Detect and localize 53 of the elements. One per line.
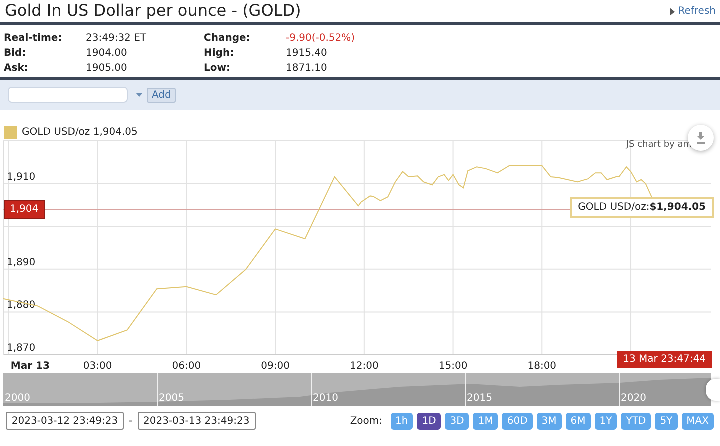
caret-icon[interactable]	[136, 93, 143, 97]
cursor-time-label: 13 Mar 23:47:44	[617, 351, 712, 368]
quote-value: 1905.00	[86, 63, 128, 76]
quote-value: 1904.00	[86, 48, 128, 61]
quote-value: 1871.10	[286, 63, 328, 76]
zoom-label: Zoom:	[350, 416, 383, 426]
start-date-field[interactable]: 2023-03-12 23:49:23	[6, 412, 124, 430]
end-date-field[interactable]: 2023-03-13 23:49:23	[138, 412, 256, 430]
quote-value: 1915.40	[286, 48, 328, 61]
value-tooltip: GOLD USD/oz:$1,904.05	[570, 197, 714, 218]
zoom-button[interactable]: YTD	[621, 412, 652, 430]
zoom-button[interactable]: 5Y	[655, 412, 678, 430]
zoom-button[interactable]: 1Y	[594, 412, 618, 430]
x-axis-label: 09:00	[261, 361, 290, 372]
download-icon	[696, 132, 706, 144]
x-axis-label: 12:00	[350, 361, 379, 372]
zoom-button[interactable]: 1D	[417, 412, 442, 430]
legend-label: GOLD USD/oz 1,904.05	[22, 127, 138, 138]
year-label: 2005	[159, 393, 184, 404]
zoom-button[interactable]: 1h	[390, 412, 414, 430]
quote-label: Change:	[204, 33, 252, 46]
zoom-button[interactable]: MAX	[682, 412, 714, 430]
refresh-link[interactable]: Refresh	[670, 6, 716, 17]
add-button[interactable]: Add	[147, 88, 176, 102]
y-axis-label: 1,910	[7, 172, 36, 183]
quote-value: -9.90(-0.52%)	[286, 33, 356, 46]
range-separator: -	[129, 416, 133, 426]
year-label: 2020	[621, 393, 646, 404]
quote-label: Real-time:	[4, 33, 64, 46]
quote-label: Low:	[204, 63, 232, 76]
zoom-button[interactable]: 60D	[502, 412, 533, 430]
quote-label: Bid:	[4, 48, 28, 61]
x-axis-label: 15:00	[438, 361, 468, 372]
symbol-dropdown[interactable]	[8, 87, 128, 103]
x-axis-label: Mar 13	[10, 361, 50, 372]
guide-value-label: 1,904	[4, 200, 45, 220]
year-label: 2015	[467, 393, 492, 404]
zoom-button[interactable]: 3D	[445, 412, 470, 430]
x-axis-label: 06:00	[172, 361, 202, 372]
quote-label: High:	[204, 48, 236, 61]
play-icon	[670, 8, 676, 16]
year-label: 2010	[313, 393, 338, 404]
y-axis-label: 1,870	[7, 343, 36, 354]
x-axis-label: 03:00	[83, 361, 112, 372]
quote-value: 23:49:32 ET	[86, 33, 148, 46]
x-axis-label: 18:00	[528, 361, 557, 372]
page-title: Gold In US Dollar per ounce - (GOLD)	[5, 1, 302, 20]
year-label: 2000	[5, 393, 30, 404]
zoom-button[interactable]: 3M	[536, 412, 562, 430]
zoom-button[interactable]: 6M	[566, 412, 591, 430]
quote-label: Ask:	[4, 63, 30, 76]
y-axis-label: 1,890	[7, 257, 36, 268]
zoom-button[interactable]: 1M	[473, 412, 498, 430]
